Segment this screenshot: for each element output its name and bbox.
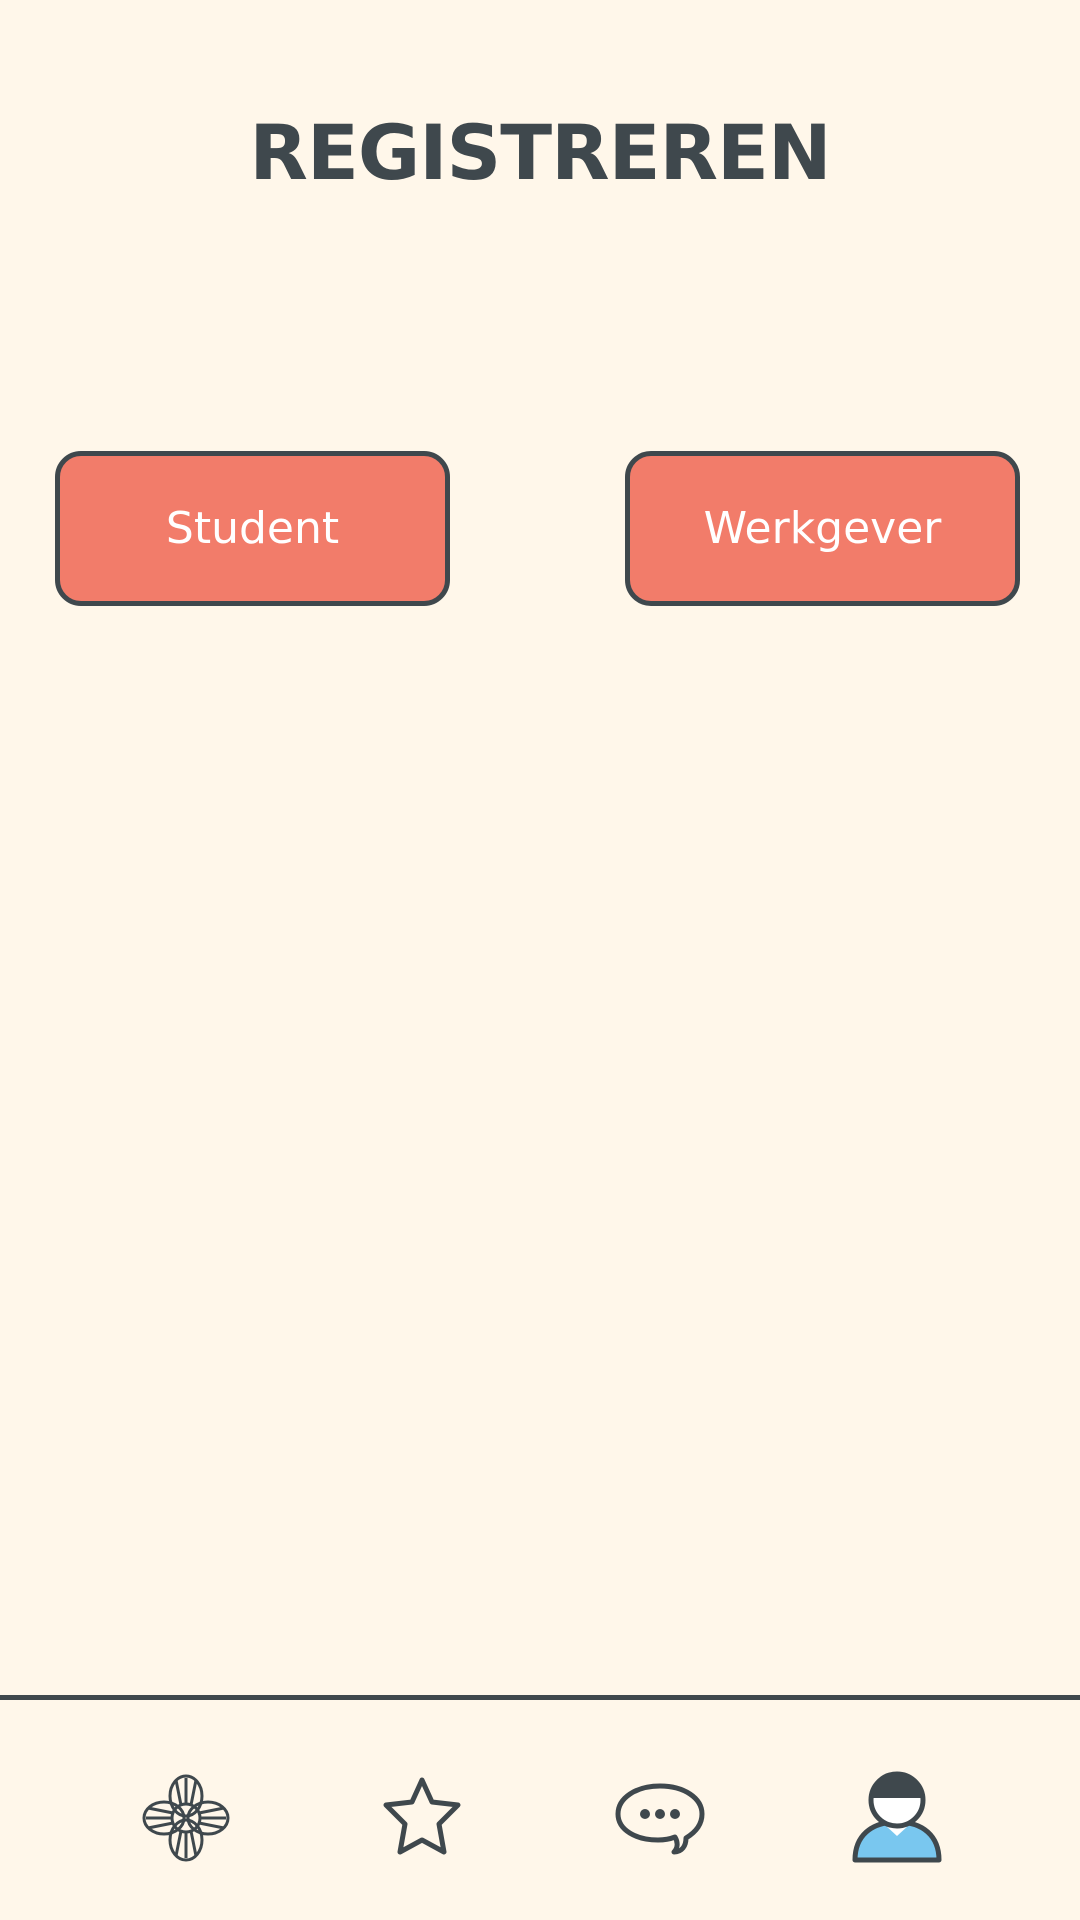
page-title: REGISTREREN [249,108,831,197]
nav-item-help[interactable] [138,1770,234,1866]
nav-item-favorites[interactable] [374,1770,470,1866]
user-icon [852,1771,942,1863]
employer-button[interactable]: Werkgever [625,451,1020,606]
chat-bubble-icon [615,1783,705,1855]
star-icon [383,1777,461,1855]
bottom-nav [0,1700,1080,1920]
lifebuoy-icon [142,1774,230,1862]
nav-item-profile[interactable] [849,1770,945,1866]
student-button[interactable]: Student [55,451,450,606]
nav-item-messages[interactable] [612,1770,708,1866]
